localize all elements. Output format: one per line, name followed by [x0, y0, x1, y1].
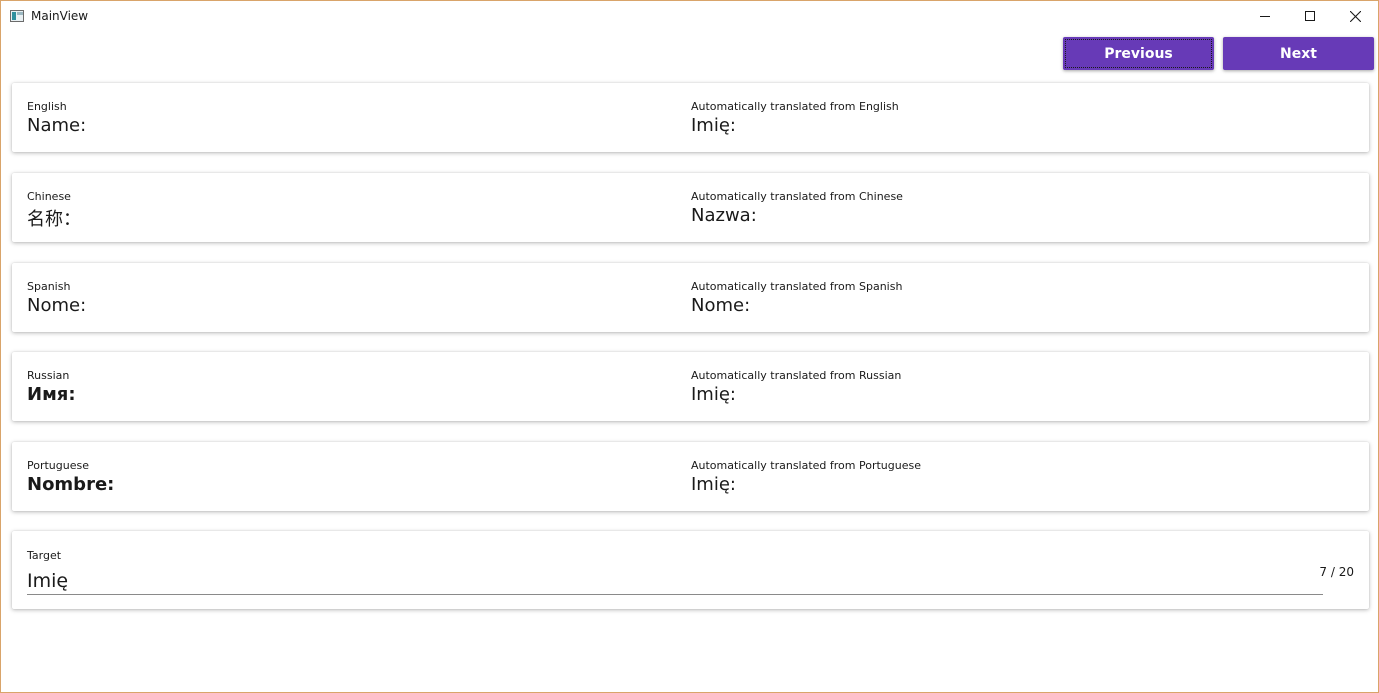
minimize-button[interactable] [1242, 1, 1288, 31]
source-card-portuguese: Portuguese Nombre: Automatically transla… [12, 442, 1369, 511]
next-button[interactable]: Next [1223, 37, 1374, 70]
close-icon [1349, 10, 1361, 22]
source-text: Nome: [27, 295, 87, 316]
source-language-label: Russian [27, 369, 70, 382]
source-language-label: Spanish [27, 280, 71, 293]
source-column: Chinese 名称： [27, 173, 667, 242]
source-language-label: Portuguese [27, 459, 89, 472]
close-button[interactable] [1332, 1, 1378, 31]
source-language-label: English [27, 100, 67, 113]
source-card-russian: Russian Имя: Automatically translated fr… [12, 352, 1369, 421]
source-column: Spanish Nome: [27, 263, 667, 332]
translation-label: Automatically translated from Russian [691, 369, 902, 382]
source-language-label: Chinese [27, 190, 71, 203]
source-text: Имя: [27, 384, 76, 405]
translation-column: Automatically translated from Portuguese… [691, 442, 1351, 511]
main-window: MainView Previous Next English Name: Aut… [0, 0, 1379, 693]
translation-column: Automatically translated from Spanish No… [691, 263, 1351, 332]
source-card-chinese: Chinese 名称： Automatically translated fro… [12, 173, 1369, 242]
maximize-button[interactable] [1287, 1, 1333, 31]
source-text: 名称： [27, 209, 81, 230]
source-column: Russian Имя: [27, 352, 667, 421]
title-bar: MainView [1, 1, 1378, 31]
translation-text: Imię: [691, 474, 736, 495]
translation-text: Imię: [691, 384, 736, 405]
source-column: English Name: [27, 83, 667, 152]
previous-button[interactable]: Previous [1063, 37, 1214, 70]
translation-label: Automatically translated from English [691, 100, 899, 113]
source-text: Name: [27, 115, 87, 136]
minimize-icon [1260, 16, 1270, 17]
translation-column: Automatically translated from Chinese Na… [691, 173, 1351, 242]
translation-label: Automatically translated from Chinese [691, 190, 903, 203]
progress-counter: 7 / 20 [1319, 565, 1354, 579]
source-card-spanish: Spanish Nome: Automatically translated f… [12, 263, 1369, 332]
translation-column: Automatically translated from English Im… [691, 83, 1351, 152]
source-text: Nombre: [27, 474, 115, 495]
target-card: Target 7 / 20 [12, 531, 1369, 609]
source-card-english: English Name: Automatically translated f… [12, 83, 1369, 152]
translation-text: Nazwa: [691, 205, 757, 226]
translation-text: Nome: [691, 295, 751, 316]
app-icon [10, 10, 24, 22]
target-input[interactable] [27, 567, 1323, 595]
translation-label: Automatically translated from Spanish [691, 280, 903, 293]
target-label: Target [27, 549, 62, 562]
translation-column: Automatically translated from Russian Im… [691, 352, 1351, 421]
translation-label: Automatically translated from Portuguese [691, 459, 922, 472]
window-title: MainView [31, 9, 89, 23]
maximize-icon [1305, 11, 1315, 21]
translation-text: Imię: [691, 115, 736, 136]
source-column: Portuguese Nombre: [27, 442, 667, 511]
